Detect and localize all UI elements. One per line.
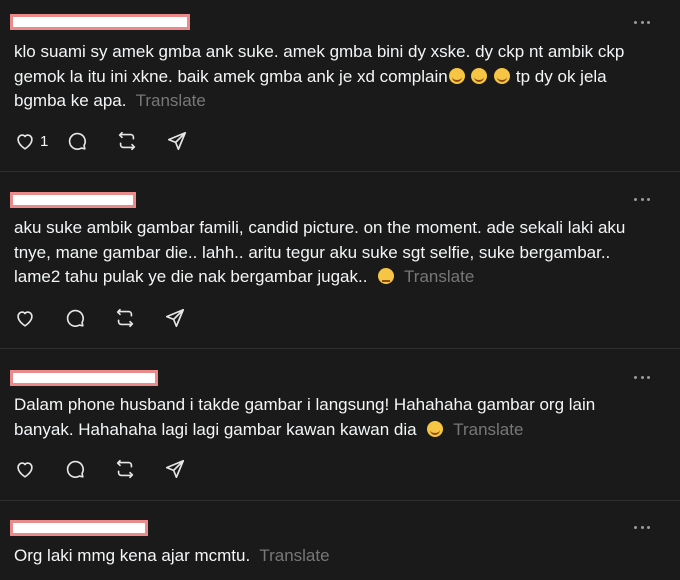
comment-icon: [69, 132, 87, 150]
redacted-username[interactable]: [10, 520, 148, 536]
send-icon: [168, 131, 187, 151]
redacted-username[interactable]: [10, 370, 158, 386]
action-bar: [14, 458, 214, 480]
send-icon: [165, 459, 185, 479]
more-options-icon[interactable]: [634, 374, 650, 380]
heart-icon: [17, 462, 33, 478]
action-bar: 1: [14, 130, 216, 152]
post: klo suami sy amek gmba ank suke. amek gm…: [0, 0, 680, 172]
post-text-main: Org laki mmg kena ajar mcmtu.: [14, 546, 251, 565]
heart-icon: [17, 311, 33, 327]
post: Org laki mmg kena ajar mcmtu. Translate: [0, 501, 680, 580]
share-button[interactable]: [164, 307, 186, 329]
repost-icon: [116, 308, 134, 328]
thread-feed: klo suami sy amek gmba ank suke. amek gm…: [0, 0, 680, 580]
post: aku suke ambik gambar famili, candid pic…: [0, 172, 680, 349]
action-bar: [14, 307, 214, 329]
reply-button[interactable]: [66, 130, 88, 152]
translate-link[interactable]: Translate: [404, 267, 474, 286]
emoji-grinning-squint-icon: [427, 420, 444, 437]
repost-button[interactable]: [114, 307, 136, 329]
redacted-username[interactable]: [10, 192, 136, 208]
emoji-rolling-laughing-icon: [494, 67, 511, 84]
comment-icon: [66, 309, 84, 327]
post-text: klo suami sy amek gmba ank suke. amek gm…: [14, 40, 654, 114]
repost-icon: [116, 459, 134, 479]
like-button[interactable]: [14, 307, 36, 329]
more-options-icon[interactable]: [634, 196, 650, 202]
like-button[interactable]: [14, 458, 36, 480]
comment-icon: [66, 460, 84, 478]
translate-link[interactable]: Translate: [136, 91, 206, 110]
heart-icon: [17, 134, 33, 150]
emoji-downcast-sweat-icon: [377, 268, 394, 284]
post-text: Org laki mmg kena ajar mcmtu. Translate: [14, 544, 654, 569]
post-text: Dalam phone husband i takde gambar i lan…: [14, 393, 654, 442]
repost-button[interactable]: [116, 130, 138, 152]
reply-button[interactable]: [64, 307, 86, 329]
translate-link[interactable]: Translate: [259, 546, 329, 565]
post-text: aku suke ambik gambar famili, candid pic…: [14, 216, 654, 290]
like-count: 1: [40, 132, 49, 150]
emoji-rolling-laughing-icon: [471, 67, 488, 84]
like-button[interactable]: 1: [14, 130, 48, 152]
repost-icon: [119, 131, 136, 151]
more-options-icon[interactable]: [634, 524, 650, 530]
emoji-rolling-laughing-icon: [448, 67, 465, 84]
post: Dalam phone husband i takde gambar i lan…: [0, 349, 680, 501]
share-button[interactable]: [164, 458, 186, 480]
repost-button[interactable]: [114, 458, 136, 480]
translate-link[interactable]: Translate: [453, 420, 523, 439]
more-options-icon[interactable]: [634, 19, 650, 25]
send-icon: [165, 308, 185, 328]
redacted-username[interactable]: [10, 14, 190, 30]
reply-button[interactable]: [64, 458, 86, 480]
post-text-main: aku suke ambik gambar famili, candid pic…: [14, 218, 626, 286]
share-button[interactable]: [166, 130, 188, 152]
